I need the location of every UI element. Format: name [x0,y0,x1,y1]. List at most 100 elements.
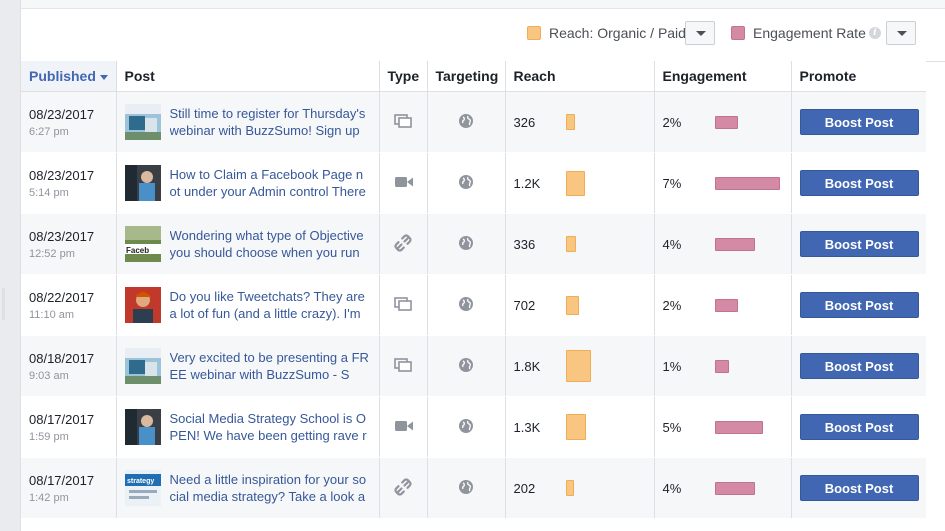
column-post[interactable]: Post [116,61,380,92]
post-time: 1:42 pm [29,491,69,504]
reach-value: 336 [513,236,536,252]
post-cell[interactable]: Very excited to be presenting a FREE web… [116,335,380,397]
published-cell: 08/17/2017 1:42 pm [21,457,117,519]
info-icon[interactable]: i [868,27,881,39]
globe-icon [458,296,505,315]
published-cell: 08/18/2017 9:03 am [21,335,117,397]
post-text-link[interactable]: Wondering what type of Objective you sho… [170,227,370,261]
svg-text:Faceb: Faceb [126,246,149,255]
globe-icon [458,479,505,498]
left-gutter [0,0,20,531]
video-icon [394,175,427,192]
post-cell[interactable]: Still time to register for Thursday's we… [116,91,380,153]
posts-panel: Reach: Organic / Paid Engagement Rate i … [20,0,945,531]
column-reach[interactable]: Reach [505,61,655,92]
video-icon [394,419,427,436]
post-thumbnail[interactable]: strategy [124,470,161,506]
globe-icon [458,174,505,193]
post-thumbnail[interactable] [124,348,161,384]
panel-top-strip [21,0,945,9]
reach-bar [565,295,579,315]
post-text-link[interactable]: Need a little inspiration for your socia… [170,471,370,505]
post-thumbnail[interactable] [124,287,161,323]
scroll-handle[interactable] [2,288,5,320]
engagement-dropdown-button[interactable] [886,21,916,45]
published-cell: 08/17/2017 1:59 pm [21,396,117,458]
posts-table: Published Post Type Targeting Reach Enga… [21,61,926,519]
boost-post-button[interactable]: Boost Post [799,292,919,318]
published-cell: 08/22/2017 11:10 am [21,274,117,336]
globe-icon [458,357,505,376]
engagement-bar [714,420,763,434]
targeting-cell [427,396,506,458]
post-thumbnail[interactable] [124,165,161,201]
post-thumbnail[interactable] [124,409,161,445]
column-published[interactable]: Published [21,61,117,92]
post-date: 08/18/2017 [29,350,95,366]
reach-value: 202 [513,480,536,496]
engagement-swatch [731,26,745,40]
published-cell: 08/23/2017 5:14 pm [21,152,117,214]
boost-post-button[interactable]: Boost Post [799,353,919,379]
boost-post-button[interactable]: Boost Post [799,475,919,501]
post-text-link[interactable]: Do you like Tweetchats? They are a lot o… [170,288,370,322]
reach-bar [565,350,591,382]
globe-icon [458,113,505,132]
boost-post-button[interactable]: Boost Post [799,414,919,440]
engagement-cell: 1% [654,335,792,397]
boost-post-button[interactable]: Boost Post [799,109,919,135]
targeting-cell [427,152,506,214]
published-cell: 08/23/2017 6:27 pm [21,91,117,153]
engagement-value: 5% [662,419,682,435]
reach-dropdown-button[interactable] [685,21,715,45]
table-row: 08/18/2017 9:03 am Very excited to be pr… [21,335,926,397]
post-thumbnail[interactable]: Faceb [124,226,161,262]
engagement-value: 1% [662,358,682,374]
engagement-value: 2% [662,297,682,313]
engagement-bar [714,298,738,312]
engagement-cell: 2% [654,91,792,153]
post-date: 08/23/2017 [29,167,95,183]
type-cell [379,91,428,153]
table-row: 08/23/2017 6:27 pm Still time to registe… [21,91,926,153]
engagement-bar [714,176,780,190]
column-targeting[interactable]: Targeting [427,61,506,92]
photo-album-icon [393,296,427,315]
post-text-link[interactable]: Very excited to be presenting a FREE web… [170,349,370,383]
column-type[interactable]: Type [379,61,428,92]
reach-bar [565,236,576,252]
reach-cell: 326 [505,91,655,153]
post-cell[interactable]: strategy Need a little inspiration for y… [116,457,380,519]
promote-cell: Boost Post [791,152,926,214]
engagement-legend-label: Engagement Rate [753,25,866,41]
post-cell[interactable]: How to Claim a Facebook Page not under y… [116,152,380,214]
boost-post-button[interactable]: Boost Post [799,231,919,257]
post-text-link[interactable]: Still time to register for Thursday's we… [170,105,370,139]
post-text-link[interactable]: Social Media Strategy School is OPEN! We… [170,410,370,444]
type-cell [379,335,428,397]
boost-post-button[interactable]: Boost Post [799,170,919,196]
reach-value: 326 [513,114,536,130]
reach-bar [565,170,585,196]
post-time: 12:52 pm [29,247,75,260]
post-text-link[interactable]: How to Claim a Facebook Page not under y… [170,166,370,200]
post-time: 1:59 pm [29,430,69,443]
post-cell[interactable]: Social Media Strategy School is OPEN! We… [116,396,380,458]
table-row: 08/23/2017 12:52 pm Faceb Wondering what… [21,213,926,275]
targeting-cell [427,457,506,519]
promote-cell: Boost Post [791,457,926,519]
link-icon [393,233,427,255]
post-thumbnail[interactable] [124,104,161,140]
promote-cell: Boost Post [791,91,926,153]
column-engagement[interactable]: Engagement [654,61,792,92]
post-cell[interactable]: Do you like Tweetchats? They are a lot o… [116,274,380,336]
reach-cell: 1.2K [505,152,655,214]
post-cell[interactable]: Faceb Wondering what type of Objective y… [116,213,380,275]
table-row: 08/17/2017 1:42 pm strategy Need a littl… [21,457,926,519]
engagement-value: 4% [662,480,682,496]
svg-text:strategy: strategy [127,478,154,485]
legend-bar: Reach: Organic / Paid Engagement Rate i [21,9,945,62]
globe-icon [458,418,505,437]
reach-value: 1.2K [513,175,541,191]
type-cell [379,213,428,275]
